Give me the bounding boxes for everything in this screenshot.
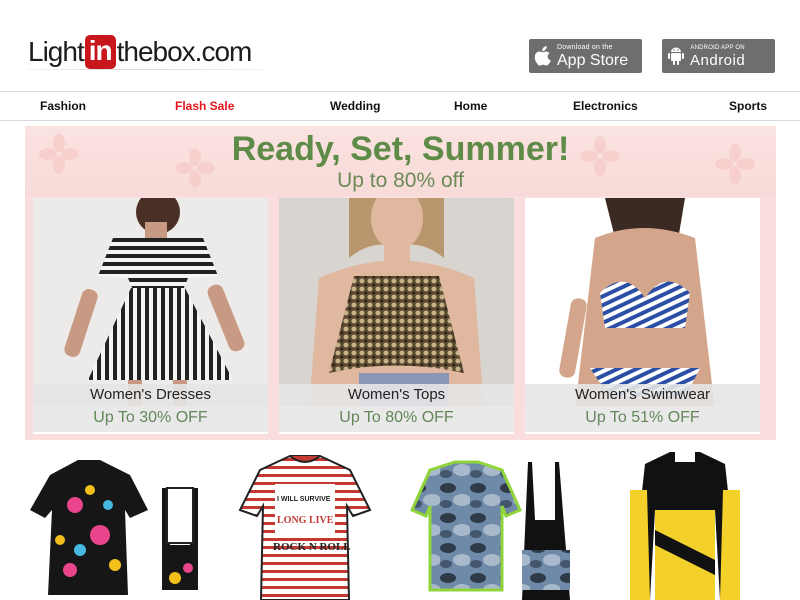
cycling-jersey-camo-image xyxy=(410,460,570,600)
android-app-button[interactable]: ANDROID APP ON Android xyxy=(662,39,775,73)
womens-top-image xyxy=(279,198,514,410)
logo-text-in: in xyxy=(84,35,116,69)
main-nav: Fashion Flash Sale Wedding Home Electron… xyxy=(0,91,800,121)
category-name: Women's Tops xyxy=(279,384,514,406)
product-camo-cycling-kit[interactable] xyxy=(410,450,580,600)
banner-title: Ready, Set, Summer! xyxy=(231,130,570,168)
app-store-label: App Store xyxy=(557,51,629,69)
product-butterfly-cycling-kit[interactable] xyxy=(30,450,200,600)
category-discount: Up To 51% OFF xyxy=(525,406,760,432)
jersey-print-mid: LONG LIVE xyxy=(277,515,334,526)
cycling-jersey-rock-n-roll-image: I WILL SURVIVE LONG LIVE ROCK N ROLL xyxy=(238,455,372,600)
category-name: Women's Swimwear xyxy=(525,384,760,406)
category-discount: Up To 80% OFF xyxy=(279,406,514,432)
category-card-womens-swimwear[interactable]: Women's Swimwear Up To 51% OFF xyxy=(525,198,760,434)
category-name: Women's Dresses xyxy=(33,384,268,406)
logo-text-thebox: thebox.com xyxy=(116,36,253,67)
apple-icon xyxy=(529,39,557,73)
site-logo[interactable]: Light in thebox.com xyxy=(28,35,253,69)
jersey-print-top: I WILL SURVIVE xyxy=(277,496,331,503)
nav-item-home[interactable]: Home xyxy=(454,92,487,121)
nav-item-wedding[interactable]: Wedding xyxy=(330,92,380,121)
android-robot-icon xyxy=(662,39,690,73)
product-yellow-cycling-jersey[interactable] xyxy=(615,450,755,600)
cycling-jersey-butterfly-image xyxy=(30,460,198,595)
banner-subtitle: Up to 80% off xyxy=(337,169,464,192)
category-card-womens-dresses[interactable]: Women's Dresses Up To 30% OFF xyxy=(33,198,268,434)
nav-item-sports[interactable]: Sports xyxy=(729,92,767,121)
category-discount: Up To 30% OFF xyxy=(33,406,268,432)
womens-swimwear-image xyxy=(525,198,760,410)
nav-item-fashion[interactable]: Fashion xyxy=(40,92,86,121)
nav-item-flash-sale[interactable]: Flash Sale xyxy=(175,92,234,121)
cycling-jersey-yellow-image xyxy=(630,452,740,600)
android-label: Android xyxy=(690,51,746,69)
logo-reflection xyxy=(28,69,262,70)
app-store-button[interactable]: Download on the App Store xyxy=(529,39,642,73)
jersey-print-bottom: ROCK N ROLL xyxy=(273,541,351,553)
site-header: Light in thebox.com Download on the App … xyxy=(0,0,800,91)
womens-dress-image xyxy=(33,198,268,410)
app-store-small-text: Download on the xyxy=(557,43,613,51)
nav-item-electronics[interactable]: Electronics xyxy=(573,92,638,121)
product-rock-n-roll-jersey[interactable]: I WILL SURVIVE LONG LIVE ROCK N ROLL xyxy=(235,450,375,600)
category-card-womens-tops[interactable]: Women's Tops Up To 80% OFF xyxy=(279,198,514,434)
logo-text-light: Light xyxy=(28,36,85,67)
android-small-text: ANDROID APP ON xyxy=(690,44,745,51)
